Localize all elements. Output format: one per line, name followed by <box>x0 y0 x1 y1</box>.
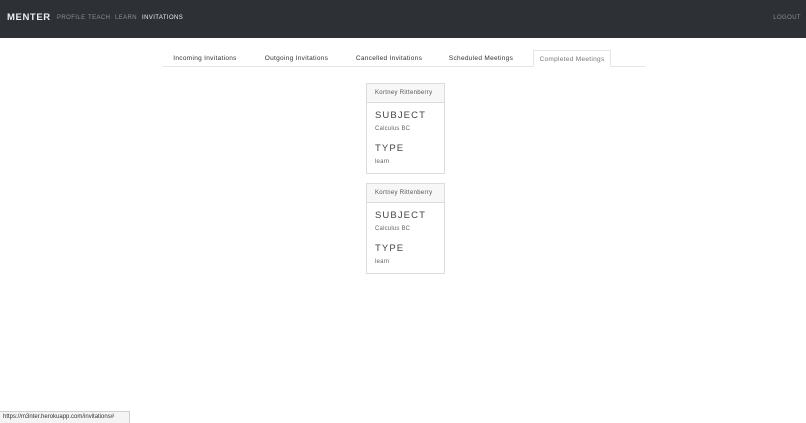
subject-heading: SUBJECT <box>375 210 426 221</box>
status-bar-url: https://m3nter.herokuapp.com/invitations… <box>0 411 130 423</box>
type-value: learn <box>375 259 390 265</box>
logout-link[interactable]: LOGOUT <box>773 15 801 21</box>
meeting-card-name: Kortney Rittenberry <box>367 84 444 103</box>
tab-completed-meetings[interactable]: Completed Meetings <box>533 50 611 67</box>
meeting-card: Kortney Rittenberry SUBJECT Calculus BC … <box>366 83 445 174</box>
type-heading: TYPE <box>375 143 405 154</box>
nav-link-invitations[interactable]: INVITATIONS <box>142 15 183 21</box>
type-value: learn <box>375 159 390 165</box>
invitation-tabs: Incoming Invitations Outgoing Invitation… <box>163 50 645 67</box>
meeting-card-name: Kortney Rittenberry <box>367 184 444 203</box>
navbar: MENTER PROFILE TEACH LEARN INVITATIONS L… <box>0 0 806 38</box>
tab-incoming-invitations[interactable]: Incoming Invitations <box>163 50 247 67</box>
type-heading: TYPE <box>375 243 405 254</box>
nav-link-teach[interactable]: TEACH <box>88 15 110 21</box>
tab-outgoing-invitations[interactable]: Outgoing Invitations <box>255 50 338 67</box>
subject-value: Calculus BC <box>375 226 411 232</box>
subject-value: Calculus BC <box>375 126 411 132</box>
tab-scheduled-meetings[interactable]: Scheduled Meetings <box>441 50 521 67</box>
tab-cancelled-invitations[interactable]: Cancelled Invitations <box>347 50 431 67</box>
nav-link-learn[interactable]: LEARN <box>115 15 137 21</box>
nav-link-profile[interactable]: PROFILE <box>57 15 85 21</box>
meeting-card: Kortney Rittenberry SUBJECT Calculus BC … <box>366 183 445 274</box>
brand-logo[interactable]: MENTER <box>7 12 51 23</box>
subject-heading: SUBJECT <box>375 110 426 121</box>
